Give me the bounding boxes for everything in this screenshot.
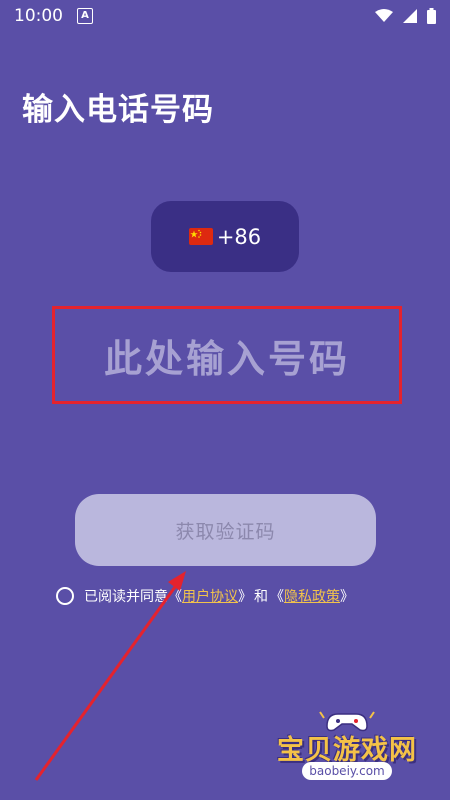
- watermark: 宝贝游戏网 baobeiy.com: [272, 708, 422, 788]
- china-flag-icon: [188, 228, 213, 245]
- quote-close-2: 》: [340, 589, 354, 605]
- quote-close-1: 》: [238, 589, 252, 605]
- country-code-selector[interactable]: +86: [151, 201, 299, 272]
- wifi-icon: [375, 9, 393, 22]
- country-code-label: +86: [216, 224, 262, 249]
- quote-open-1: 《: [168, 589, 182, 605]
- agreement-prefix: 已阅读并同意: [84, 589, 168, 605]
- agreement-row: 已阅读并同意 《 用户协议 》 和 《 隐私政策 》: [56, 586, 354, 606]
- app-notification-icon: A: [77, 8, 93, 24]
- quote-open-2: 《: [270, 589, 284, 605]
- agreement-radio[interactable]: [56, 587, 74, 605]
- get-verification-code-button[interactable]: 获取验证码: [75, 494, 376, 566]
- privacy-policy-link[interactable]: 隐私政策: [284, 586, 340, 606]
- phone-number-input[interactable]: 此处输入号码: [52, 306, 402, 404]
- signal-icon: [403, 9, 417, 23]
- agreement-and: 和: [254, 589, 268, 605]
- watermark-url: baobeiy.com: [302, 762, 392, 780]
- status-bar: 10:00 A: [0, 0, 450, 32]
- battery-icon: [427, 8, 436, 24]
- page-title: 输入电话号码: [22, 92, 214, 128]
- status-time: 10:00: [14, 6, 63, 26]
- user-agreement-link[interactable]: 用户协议: [182, 586, 238, 606]
